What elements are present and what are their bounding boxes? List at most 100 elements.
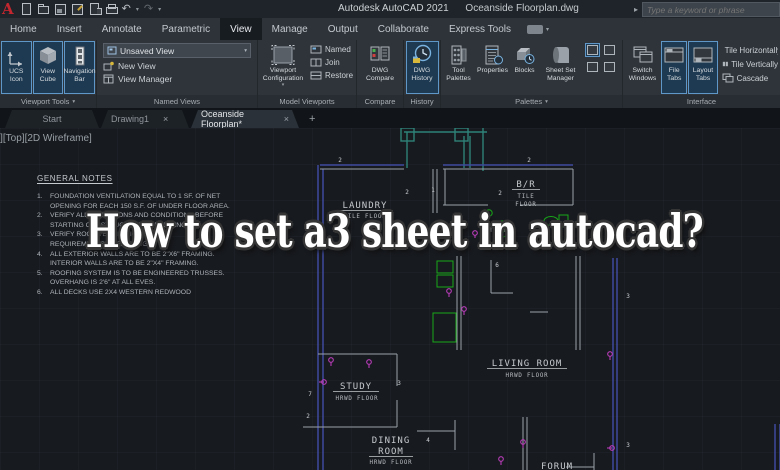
blocks-button[interactable]: Blocks [511, 41, 538, 94]
svg-text:HRWD FLOOR: HRWD FLOOR [506, 373, 549, 379]
close-tab-icon[interactable]: × [284, 114, 289, 124]
panel-label-interface[interactable]: Interface [623, 95, 780, 108]
svg-text:2: 2 [306, 413, 310, 420]
panel-label-model-viewports[interactable]: Model Viewports [258, 95, 356, 108]
undo-caret-icon[interactable]: ▾ [136, 6, 139, 13]
svg-text:TILE: TILE [517, 194, 534, 200]
redo-icon[interactable]: ↷ [144, 3, 153, 15]
tab-insert[interactable]: Insert [47, 18, 92, 40]
help-search: ▸ [634, 2, 780, 17]
svg-text:2: 2 [527, 157, 531, 164]
close-tab-icon[interactable]: × [163, 114, 168, 124]
sheet-set-manager-button[interactable]: Sheet Set Manager [539, 41, 582, 94]
restore-viewports-button[interactable]: Restore [310, 71, 353, 80]
switch-windows-button[interactable]: Switch Windows [625, 41, 660, 94]
panel-label-named-views[interactable]: Named Views [97, 95, 257, 108]
document-title: Oceanside Floorplan.dwg [465, 3, 578, 14]
search-input[interactable] [642, 2, 780, 17]
new-view-button[interactable]: New View [103, 61, 251, 71]
switch-windows-icon [631, 44, 655, 66]
file-tab-drawing1[interactable]: Drawing1 × [101, 110, 189, 128]
file-tabs-icon [663, 44, 685, 66]
panel-palettes: Tool Palettes Properties [441, 40, 623, 108]
view-manager-label: View Manager [118, 74, 172, 84]
tab-manage[interactable]: Manage [262, 18, 318, 40]
markup-mini-button[interactable] [602, 60, 617, 74]
viewport-configuration-button[interactable]: Viewport Configuration ▾ [260, 41, 306, 94]
window-title: Autodesk AutoCAD 2021 Oceanside Floorpla… [338, 3, 579, 14]
svg-text:4: 4 [426, 437, 430, 444]
tool-palettes-button[interactable]: Tool Palettes [443, 41, 474, 94]
panel-label-viewport-tools[interactable]: Viewport Tools ▾ [0, 95, 96, 108]
room-label-study: STUDY [340, 382, 372, 392]
named-viewports-button[interactable]: Named [310, 45, 353, 54]
navigation-bar-icon [69, 45, 91, 67]
open-file-icon[interactable] [37, 3, 49, 15]
file-tab-oceanside-floorplan[interactable]: Oceanside Floorplan* × [191, 110, 299, 128]
dwg-compare-button[interactable]: DWG Compare [359, 41, 401, 94]
properties-button[interactable]: Properties [475, 41, 510, 94]
redo-caret-icon[interactable]: ▾ [158, 6, 161, 13]
tab-annotate[interactable]: Annotate [92, 18, 152, 40]
cascade-button[interactable]: Cascade [722, 73, 778, 83]
ribbon: UCS Icon View Cube [0, 40, 780, 109]
dwg-history-button[interactable]: DWG History [406, 41, 439, 94]
file-tab-bar: Start Drawing1 × Oceanside Floorplan* × … [0, 108, 780, 128]
panel-interface: Switch Windows File Tabs [623, 40, 780, 108]
title-bar: A ↶ ▾ ↷ ▾ Autodesk AutoCAD 2021 Oceansid… [0, 0, 780, 18]
print-icon[interactable] [105, 3, 117, 15]
tab-collaborate[interactable]: Collaborate [368, 18, 439, 40]
view-combo-box[interactable]: Unsaved View ▾ [103, 43, 251, 58]
autocad-logo-icon[interactable]: A [2, 1, 14, 17]
named-viewports-icon [310, 45, 322, 54]
new-tab-button[interactable]: + [309, 110, 315, 128]
room-label-dining: DINING [372, 436, 411, 446]
save-icon[interactable] [54, 3, 66, 15]
room-label-forum: FORUM [541, 462, 573, 470]
ucs-icon-button[interactable]: UCS Icon [1, 41, 32, 94]
file-tab-start[interactable]: Start [5, 110, 99, 128]
dwg-compare-label: DWG Compare [360, 67, 400, 82]
panel-history: DWG History History [404, 40, 441, 108]
blocks-label: Blocks [514, 67, 534, 75]
ribbon-tab-bar: Home Insert Annotate Parametric View Man… [0, 18, 780, 40]
sheet-views-mini-button[interactable] [585, 60, 600, 74]
join-viewports-button[interactable]: Join [310, 58, 353, 67]
tile-horizontally-label: Tile Horizontally [725, 46, 778, 55]
undo-icon[interactable]: ↶ [122, 3, 131, 15]
panel-label-history[interactable]: History [404, 95, 440, 108]
panel-label-compare[interactable]: Compare [357, 95, 403, 108]
tab-view[interactable]: View [220, 18, 262, 40]
navigation-bar-button[interactable]: Navigation Bar [64, 41, 95, 94]
markup-icon [604, 62, 615, 72]
tile-horizontally-button[interactable]: Tile Horizontally [722, 45, 778, 55]
drawing-canvas[interactable]: [-][Top][2D Wireframe] GENERAL NOTES 1.F… [0, 128, 780, 470]
new-file-icon[interactable] [20, 3, 32, 15]
panel-label-palettes[interactable]: Palettes ▾ [441, 95, 622, 108]
command-palette-mini-button[interactable] [585, 43, 600, 57]
save-as-icon[interactable] [71, 3, 83, 15]
svg-text:7: 7 [308, 391, 312, 398]
dwg-history-clock-icon [410, 44, 434, 66]
layout-tabs-icon [692, 44, 714, 66]
properties-icon [482, 44, 504, 66]
tab-express-tools[interactable]: Express Tools [439, 18, 521, 40]
tab-parametric[interactable]: Parametric [152, 18, 220, 40]
properties-label: Properties [477, 67, 508, 75]
ribbon-display-toggle[interactable]: ▾ [527, 18, 549, 40]
dwg-compare-icon [368, 44, 392, 66]
view-combo-icon [107, 46, 117, 56]
file-tabs-button[interactable]: File Tabs [661, 41, 687, 94]
view-manager-button[interactable]: View Manager [103, 74, 251, 84]
restore-viewports-label: Restore [325, 71, 353, 80]
command-palette-icon [587, 45, 598, 55]
search-expand-icon[interactable]: ▸ [634, 5, 638, 14]
tile-vertically-button[interactable]: Tile Vertically [722, 59, 778, 69]
tab-home[interactable]: Home [0, 18, 47, 40]
view-cube-button[interactable]: View Cube [33, 41, 64, 94]
tab-output[interactable]: Output [318, 18, 368, 40]
layout-tabs-button[interactable]: Layout Tabs [688, 41, 717, 94]
sheet-views-icon [587, 62, 598, 72]
count-palette-mini-button[interactable] [602, 43, 617, 57]
plot-icon[interactable] [88, 3, 100, 15]
